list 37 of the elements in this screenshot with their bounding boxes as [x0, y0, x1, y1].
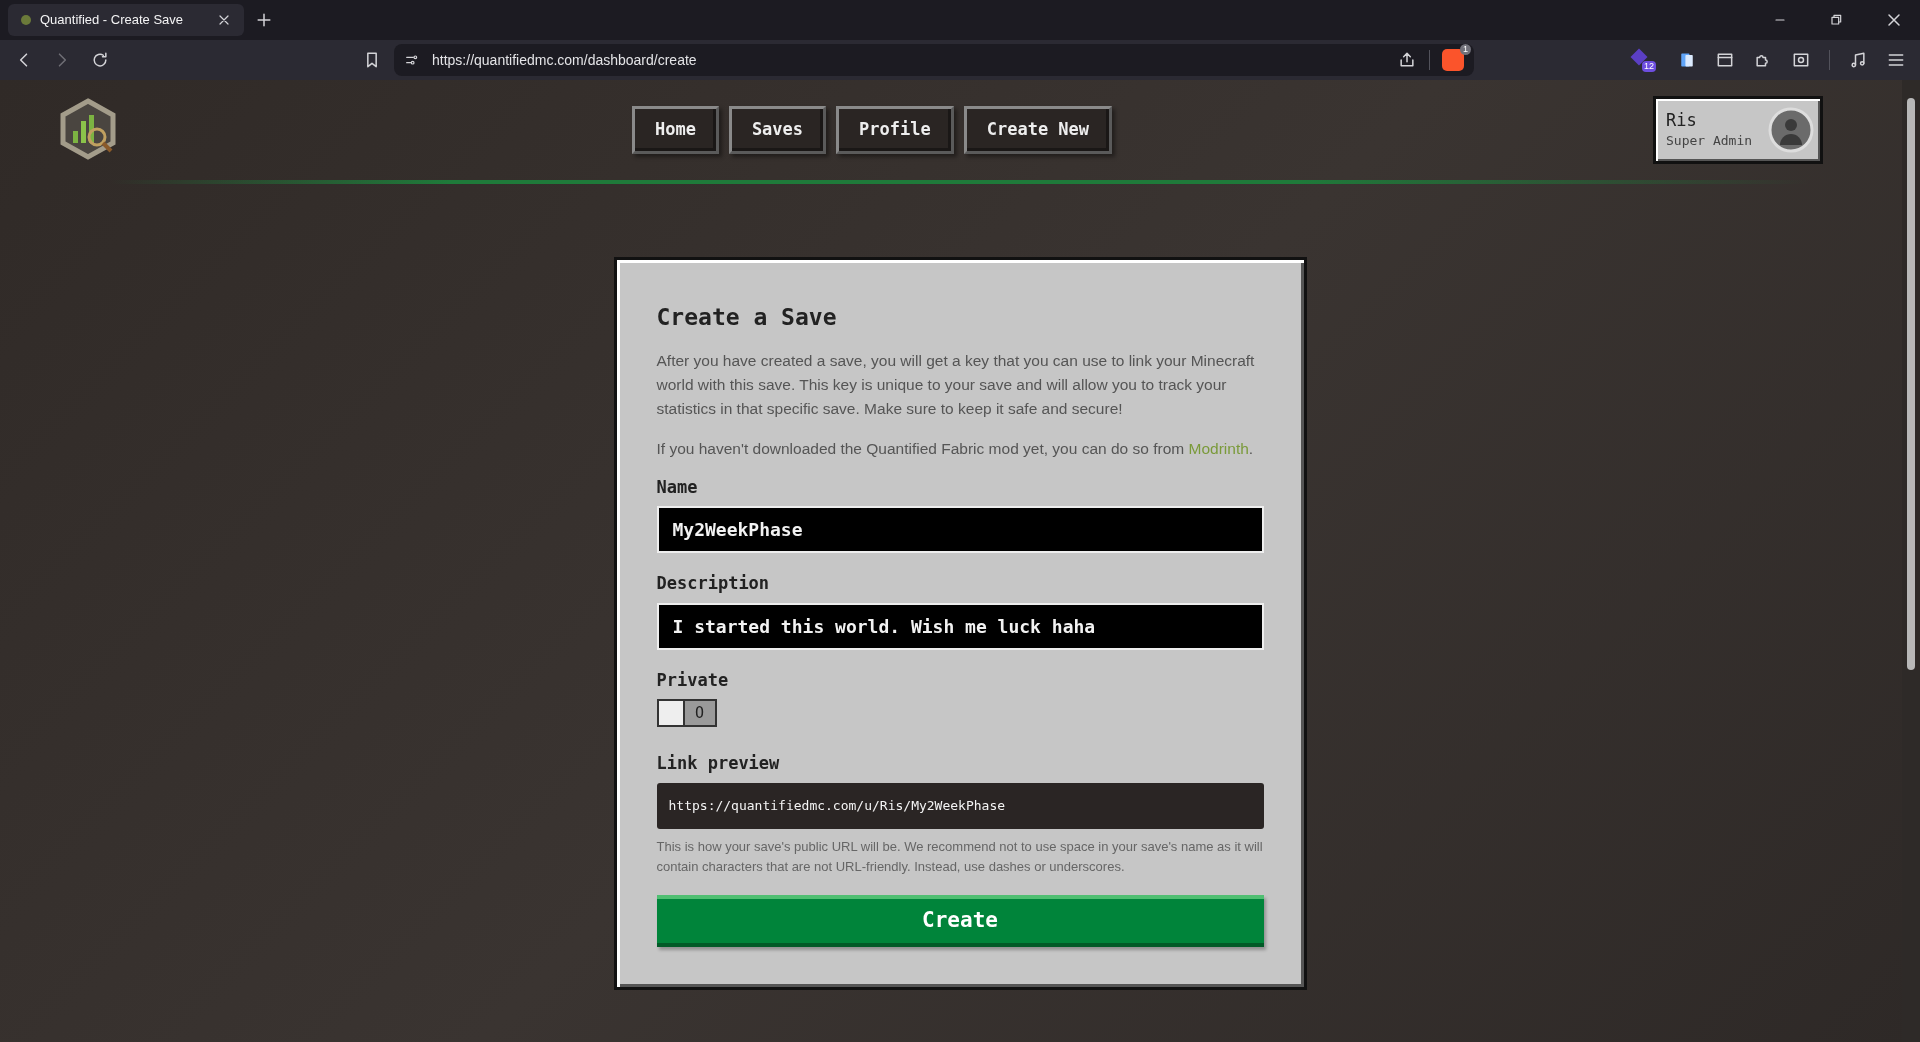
- shield-button[interactable]: [1442, 49, 1464, 71]
- user-card[interactable]: Ris Super Admin: [1653, 96, 1823, 164]
- mod-note: If you haven't downloaded the Quantified Fabric mod yet, you can do so from Modrinth.: [656, 438, 1255, 459]
- field-label: Private: [656, 668, 730, 692]
- name-input[interactable]: My2WeekPhase: [656, 506, 1264, 553]
- nav-button[interactable]: Home: [631, 106, 719, 154]
- toggle-glyph: O: [694, 703, 705, 724]
- reload-icon[interactable]: [90, 50, 110, 70]
- field-label: Link preview: [656, 752, 781, 775]
- shield-badge: 1: [1460, 44, 1471, 55]
- site-settings-icon[interactable]: [404, 52, 420, 68]
- nav-button[interactable]: Profile: [836, 106, 954, 154]
- share-icon[interactable]: [1397, 50, 1417, 70]
- user-role: Super Admin: [1666, 131, 1754, 150]
- scrollbar-thumb[interactable]: [1907, 98, 1915, 670]
- browser-tab[interactable]: Quantified - Create Save: [8, 4, 244, 36]
- site-icon: [20, 14, 32, 26]
- field-label: Description: [656, 572, 771, 595]
- private-toggle[interactable]: O: [656, 699, 717, 727]
- nav-button[interactable]: Create New: [963, 106, 1113, 154]
- tab-title: Quantified - Create Save: [40, 11, 185, 30]
- nav-button[interactable]: Saves: [728, 106, 827, 154]
- user-name: Ris: [1666, 109, 1698, 131]
- intro-text: After you have created a save, you will get a key that you can use to link your Minecraft world with this save. This key is unique to your save and will allow you to track your statistics in that specific save. Make sure to keep it safe and secure!: [656, 350, 1256, 419]
- create-button[interactable]: Create: [656, 894, 1264, 947]
- address-bar[interactable]: https://quantifiedmc.com/dashboard/create 1: [394, 44, 1474, 76]
- field-label: Name: [656, 475, 699, 499]
- url-text: https://quantifiedmc.com/dashboard/create: [432, 50, 698, 70]
- music-icon[interactable]: [1848, 50, 1868, 70]
- avatar: [1768, 107, 1814, 153]
- extension-badge: 12: [1642, 61, 1656, 72]
- window-icon[interactable]: [1715, 50, 1735, 70]
- url-hint: This is how your save's public URL will be. We recommend not to use space in your save's name as it will contain characters that are not URL-friendly. Instead, use dashes or underscores.: [656, 837, 1264, 876]
- restore-icon[interactable]: [1828, 12, 1844, 28]
- form-title: Create a Save: [656, 303, 838, 332]
- link-preview-field: https://quantifiedmc.com/u/Ris/My2WeekPhase: [656, 782, 1264, 829]
- description-input[interactable]: I started this world. Wish me luck haha: [656, 602, 1264, 650]
